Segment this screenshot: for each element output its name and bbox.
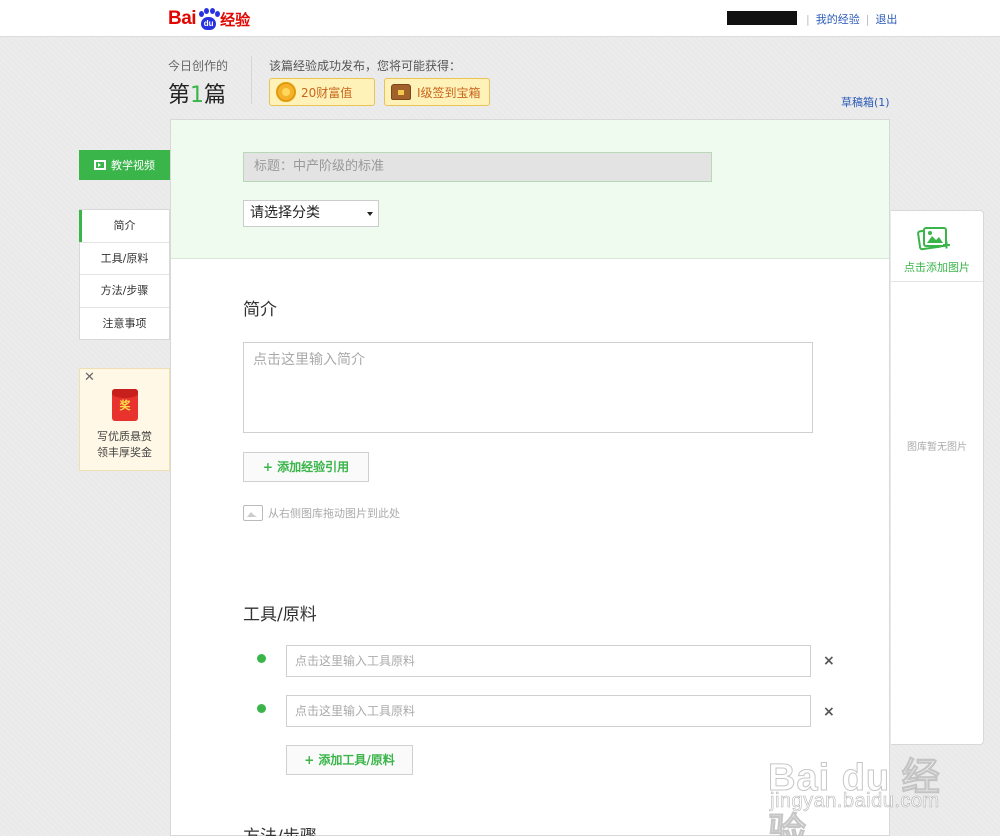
tools-heading: 工具/原料 <box>243 605 317 625</box>
nav-item-steps[interactable]: 方法/步骤 <box>80 275 169 308</box>
remove-tool-2-icon[interactable]: × <box>823 704 835 720</box>
editor-panel: 标题：中产阶级的标准 请选择分类 简介 点击这里输入简介 + 添加经验引用 从右… <box>170 119 890 836</box>
add-tool-button[interactable]: + 添加工具/原料 <box>286 745 413 775</box>
add-reference-button[interactable]: + 添加经验引用 <box>243 452 369 482</box>
drafts-link[interactable]: 草稿箱(1) <box>841 94 890 110</box>
paw-pad-text: du <box>201 17 217 30</box>
promo-line-1: 写优质悬赏 <box>97 430 152 443</box>
close-icon[interactable]: ✕ <box>84 370 95 385</box>
gallery-empty-text: 图库暂无图片 <box>907 442 967 453</box>
coin-icon <box>276 82 296 102</box>
promo-line-2: 领丰厚奖金 <box>97 446 152 459</box>
treasure-chest-icon <box>391 84 411 100</box>
bullet-dot <box>257 704 266 713</box>
image-icon <box>243 505 263 521</box>
drag-hint-text: 从右侧图库拖动图片到此处 <box>268 507 400 520</box>
top-links: | 我的经验 | 退出 <box>800 11 897 27</box>
reward-label: 该篇经验成功发布，您将可能获得： <box>269 59 462 73</box>
nav-item-notes[interactable]: 注意事项 <box>80 308 169 341</box>
tool-input-2[interactable]: 点击这里输入工具原料 <box>286 695 811 727</box>
intro-textarea[interactable]: 点击这里输入简介 <box>243 342 813 433</box>
today-count-prefix: 第 <box>168 83 191 108</box>
link-separator: | <box>806 12 810 26</box>
reward-chest-text: I级签到宝箱 <box>417 85 481 100</box>
add-image-label: 点击添加图片 <box>904 261 970 274</box>
nav-item-intro[interactable]: 简介 <box>79 210 169 243</box>
my-experience-link[interactable]: 我的经验 <box>816 11 860 27</box>
logout-link[interactable]: 退出 <box>875 11 897 27</box>
today-created-count: 第1篇 <box>168 77 226 109</box>
logo-text-jingyan: 经验 <box>220 10 251 29</box>
logo-text-bai: Bai <box>168 8 197 29</box>
red-envelope-icon: 奖 <box>112 389 138 421</box>
today-count-suffix: 篇 <box>204 83 227 108</box>
link-separator: | <box>865 12 870 26</box>
username-redacted[interactable] <box>727 11 797 25</box>
title-input[interactable]: 标题：中产阶级的标准 <box>243 152 712 182</box>
baidu-jingyan-logo[interactable]: Bai du 经验 <box>168 4 250 34</box>
section-nav: 简介 工具/原料 方法/步骤 注意事项 <box>79 209 170 340</box>
remove-tool-1-icon[interactable]: × <box>823 653 835 669</box>
category-select-value: 请选择分类 <box>250 205 320 221</box>
tutorial-video-label: 教学视频 <box>111 159 155 172</box>
today-count-number: 1 <box>190 83 205 108</box>
image-gallery: 点击添加图片 图库暂无图片 <box>891 210 984 745</box>
nav-item-tools[interactable]: 工具/原料 <box>80 243 169 275</box>
intro-heading: 简介 <box>243 300 277 320</box>
reward-badge-wealth: 20财富值 <box>269 78 375 106</box>
add-image-icon <box>917 227 950 251</box>
tool-input-1[interactable]: 点击这里输入工具原料 <box>286 645 811 677</box>
title-area: 标题：中产阶级的标准 请选择分类 <box>171 120 889 259</box>
dropdown-caret-icon <box>367 212 373 216</box>
bullet-dot <box>257 654 266 663</box>
drag-image-hint: 从右侧图库拖动图片到此处 <box>243 505 400 521</box>
today-created-label: 今日创作的 <box>168 59 229 73</box>
paw-toe <box>204 8 210 14</box>
tutorial-video-button[interactable]: 教学视频 <box>79 150 170 180</box>
reward-wealth-text: 20财富值 <box>301 85 353 100</box>
bounty-promo[interactable]: ✕ 奖 写优质悬赏 领丰厚奖金 <box>79 368 170 471</box>
steps-heading: 方法/步骤 <box>243 826 317 836</box>
reward-badge-chest: I级签到宝箱 <box>384 78 490 106</box>
video-icon <box>94 160 106 170</box>
baidu-paw-icon: du <box>197 8 221 30</box>
add-image-button[interactable]: 点击添加图片 <box>891 211 983 282</box>
header-divider <box>251 56 252 104</box>
top-bar: Bai du 经验 | 我的经验 | 退出 <box>0 0 1000 37</box>
category-select[interactable]: 请选择分类 <box>243 200 379 227</box>
